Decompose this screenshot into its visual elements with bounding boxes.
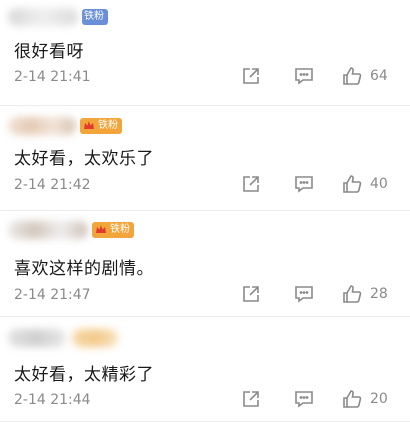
user-row: 铁粉 <box>8 219 134 241</box>
username[interactable] <box>8 116 76 135</box>
crown-icon <box>82 119 96 133</box>
crown-icon <box>94 223 108 237</box>
comment-icon <box>295 286 313 303</box>
comment-actions: 64 <box>242 66 390 86</box>
comment-icon <box>295 390 313 408</box>
comment-time: 2-14 21:42 <box>14 176 91 193</box>
comment-text: 太好看，太欢乐了 <box>14 148 154 169</box>
comment-text: 喜欢这样的剧情。 <box>14 259 154 279</box>
comment-item: 铁粉 喜欢这样的剧情。 2-14 21:47 28 <box>0 211 410 317</box>
reply-button[interactable] <box>294 285 314 303</box>
share-button[interactable] <box>242 285 260 303</box>
share-icon <box>243 390 259 407</box>
thumbs-up-icon <box>343 389 362 408</box>
fan-badge-label: 铁粉 <box>84 11 104 22</box>
share-icon <box>243 68 259 84</box>
reply-button[interactable] <box>294 390 314 408</box>
comment-time: 2-14 21:47 <box>14 287 91 303</box>
share-button[interactable] <box>242 67 260 85</box>
thumbs-up-icon <box>343 67 362 85</box>
share-icon <box>243 286 259 302</box>
blurred-badge <box>72 328 118 347</box>
comment-text: 很好看呀 <box>14 42 84 62</box>
username[interactable] <box>8 8 78 26</box>
share-icon <box>243 175 259 192</box>
fan-badge: 铁粉 <box>80 117 122 134</box>
comment-item: 铁粉 很好看呀 2-14 21:41 64 <box>0 0 410 106</box>
like-button[interactable]: 64 <box>342 66 390 86</box>
fan-badge: 铁粉 <box>92 222 134 238</box>
comment-time: 2-14 21:41 <box>14 69 91 85</box>
like-button[interactable]: 28 <box>342 284 390 304</box>
comment-actions: 20 <box>242 389 390 409</box>
comment-time: 2-14 21:44 <box>14 391 91 408</box>
comment-item: 太好看，太精彩了 2-14 21:44 20 <box>0 317 410 422</box>
comment-actions: 28 <box>242 284 390 304</box>
like-count: 64 <box>370 68 388 84</box>
username[interactable] <box>8 328 66 347</box>
like-count: 20 <box>370 390 388 407</box>
like-button[interactable]: 20 <box>342 389 390 409</box>
share-button[interactable] <box>242 390 260 408</box>
like-count: 40 <box>370 175 388 192</box>
thumbs-up-icon <box>343 174 362 193</box>
comment-icon <box>295 175 313 193</box>
user-row: 铁粉 <box>8 6 108 28</box>
comment-actions: 40 <box>242 174 390 194</box>
user-row <box>8 327 118 349</box>
fan-badge-label: 铁粉 <box>98 119 118 131</box>
like-button[interactable]: 40 <box>342 174 390 194</box>
comment-icon <box>295 68 313 85</box>
like-count: 28 <box>370 286 388 302</box>
user-row: 铁粉 <box>8 115 122 137</box>
share-button[interactable] <box>242 175 260 193</box>
fan-badge-label: 铁粉 <box>110 224 130 235</box>
username[interactable] <box>8 221 88 239</box>
reply-button[interactable] <box>294 67 314 85</box>
comment-text: 太好看，太精彩了 <box>14 364 154 385</box>
thumbs-up-icon <box>343 285 362 303</box>
comment-item: 铁粉 太好看，太欢乐了 2-14 21:42 40 <box>0 106 410 211</box>
reply-button[interactable] <box>294 175 314 193</box>
fan-badge: 铁粉 <box>82 9 108 25</box>
